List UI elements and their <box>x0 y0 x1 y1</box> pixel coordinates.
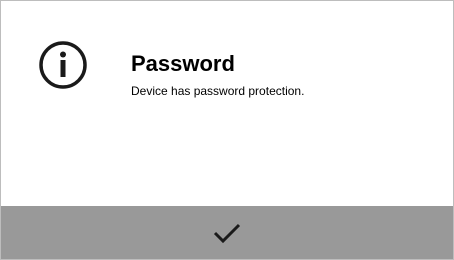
dialog-message: Device has password protection. <box>131 84 305 98</box>
confirm-button[interactable] <box>197 213 257 253</box>
info-icon <box>38 40 88 90</box>
dialog-footer <box>1 206 453 259</box>
checkmark-icon <box>213 223 241 243</box>
dialog-title: Password <box>131 51 235 76</box>
password-info-dialog: Password Device has password protection. <box>0 0 454 260</box>
